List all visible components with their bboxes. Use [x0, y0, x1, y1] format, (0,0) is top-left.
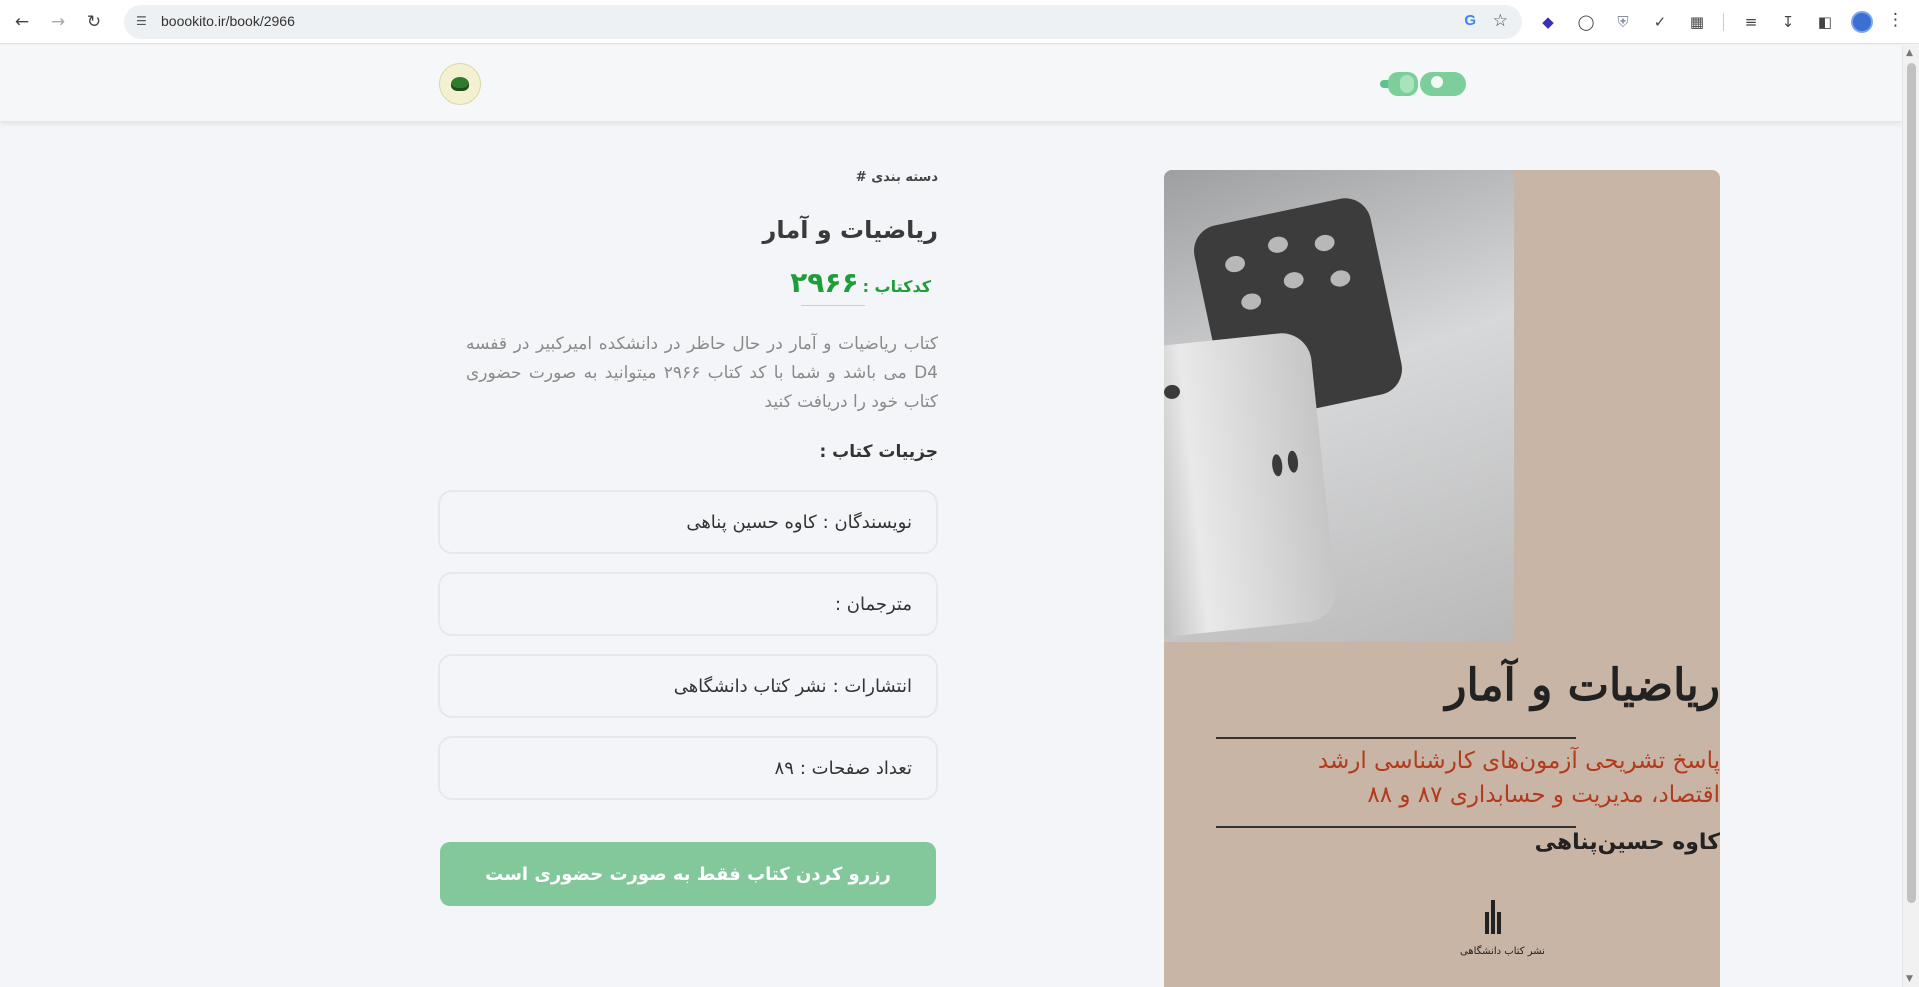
detail-value: ۸۹: [774, 757, 794, 779]
publisher-logo-icon: [1484, 900, 1502, 934]
extension-shield-icon[interactable]: ⛨: [1612, 11, 1634, 33]
kebab-menu-icon[interactable]: ⋮: [1887, 10, 1904, 30]
detail-page-count: تعداد صفحات : ۸۹: [438, 736, 938, 800]
google-icon[interactable]: G: [1464, 12, 1476, 29]
detail-translators: مترجمان :: [438, 572, 938, 636]
scrollbar-thumb[interactable]: [1907, 63, 1916, 903]
media-queue-icon[interactable]: ≡: [1740, 11, 1762, 33]
code-divider: [801, 305, 865, 306]
scroll-down-icon[interactable]: ▼: [1906, 974, 1913, 984]
category-label[interactable]: دسته بندی #: [856, 170, 938, 185]
book-code: کدکتاب : ۲۹۶۶: [790, 266, 931, 299]
detail-label: نویسندگان :: [822, 511, 912, 533]
cover-publisher: نشر کتاب دانشگاهی: [1460, 946, 1545, 957]
site-info-icon[interactable]: ☰: [136, 14, 152, 30]
cover-divider-bottom: [1216, 826, 1576, 828]
extension-diamond-icon[interactable]: ◆: [1537, 11, 1559, 33]
site-header: [0, 45, 1902, 121]
detail-label: مترجمان :: [834, 593, 912, 615]
forward-arrow-icon[interactable]: →: [46, 10, 70, 34]
detail-publisher: انتشارات : نشر کتاب دانشگاهی: [438, 654, 938, 718]
extensions-puzzle-icon[interactable]: ▦: [1686, 11, 1708, 33]
detail-authors: نویسندگان : کاوه حسین پناهی: [438, 490, 938, 554]
download-icon[interactable]: ↧: [1777, 11, 1799, 33]
cover-subtitle-line1: پاسخ تشریحی آزمون‌های کارشناسی ارشد: [1317, 748, 1720, 774]
detail-label: تعداد صفحات :: [799, 757, 912, 779]
profile-avatar[interactable]: [1851, 11, 1873, 33]
detail-value: کاوه حسین پناهی: [686, 511, 817, 533]
cover-title: ریاضیات و آمار: [1445, 660, 1720, 711]
bookmark-star-icon[interactable]: ☆: [1493, 11, 1508, 31]
avatar-image: [451, 77, 469, 91]
white-die: [1164, 330, 1339, 640]
side-panel-icon[interactable]: ◧: [1814, 11, 1836, 33]
book-description: کتاب ریاضیات و آمار در حال حاظر در دانشک…: [466, 334, 938, 412]
cover-author: کاوه حسین‌پناهی: [1534, 830, 1720, 855]
back-arrow-icon[interactable]: ←: [10, 10, 34, 34]
site-logo[interactable]: [1380, 70, 1468, 98]
extension-code-icon[interactable]: ◯: [1575, 11, 1597, 33]
user-avatar[interactable]: [439, 63, 481, 105]
page-scrollbar[interactable]: ▲ ▼: [1902, 45, 1919, 987]
url-text[interactable]: boookito.ir/book/2966: [161, 13, 295, 29]
cover-divider-top: [1216, 737, 1576, 739]
browser-toolbar: ← → ↻ ☰ boookito.ir/book/2966 G ☆ ◆ ◯ ⛨ …: [0, 0, 1919, 44]
cover-photo: [1164, 170, 1514, 642]
cover-subtitle-line2: اقتصاد، مدیریت و حسابداری ۸۷ و ۸۸: [1367, 782, 1720, 808]
scroll-up-icon[interactable]: ▲: [1906, 48, 1913, 58]
book-code-value: ۲۹۶۶: [790, 266, 859, 299]
extension-check-icon[interactable]: ✓: [1649, 11, 1671, 33]
details-heading: جزییات کتاب :: [819, 442, 938, 462]
reserve-button[interactable]: رزرو کردن کتاب فقط به صورت حضوری است: [440, 842, 936, 906]
reload-icon[interactable]: ↻: [82, 10, 106, 34]
detail-value: نشر کتاب دانشگاهی: [673, 675, 827, 697]
address-bar[interactable]: ☰ boookito.ir/book/2966 G ☆: [124, 5, 1522, 39]
toolbar-separator: [1723, 13, 1724, 31]
book-cover-image: ریاضیات و آمار پاسخ تشریحی آزمون‌های کار…: [1164, 170, 1720, 987]
book-code-label: کدکتاب :: [862, 277, 931, 296]
book-title: ریاضیات و آمار: [762, 216, 939, 244]
detail-label: انتشارات :: [832, 675, 912, 697]
